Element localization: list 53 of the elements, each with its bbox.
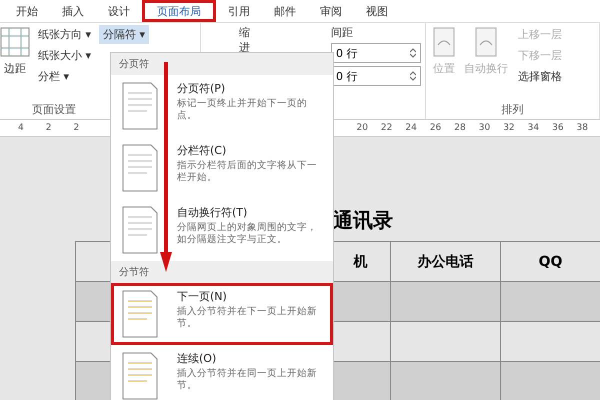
spacing-label: 间距 bbox=[331, 25, 354, 40]
menu-item-title: 下一页(N) bbox=[177, 289, 228, 304]
ribbon-tab[interactable]: 页面布局 bbox=[142, 0, 216, 22]
menu-item[interactable]: 下一页(N) 插入分节符并在下一页上开始新节。 bbox=[111, 283, 333, 345]
ribbon-tab[interactable]: 引用 bbox=[216, 0, 262, 22]
ribbon-tab[interactable]: 开始 bbox=[4, 0, 50, 22]
breaks-button[interactable]: 分隔符 ▾ bbox=[99, 25, 150, 44]
menu-item[interactable]: 连续(O) 插入分节符并在同一页上开始新节。 bbox=[111, 345, 333, 400]
ribbon-tab[interactable]: 视图 bbox=[354, 0, 400, 22]
size-button[interactable]: 纸张大小 ▾ bbox=[34, 46, 96, 65]
menu-item[interactable]: 分页符(P) 标记一页终止并开始下一页的点。 bbox=[111, 75, 333, 137]
menu-item-description: 插入分节符并在下一页上开始新节。 bbox=[177, 306, 318, 331]
menu-item[interactable]: 分栏符(C) 指示分栏符后面的文字将从下一栏开始。 bbox=[111, 137, 333, 199]
ruler-number: 30 bbox=[478, 123, 490, 133]
margins-button[interactable]: 边距 bbox=[0, 25, 30, 102]
ribbon-tab[interactable]: 邮件 bbox=[262, 0, 308, 22]
ruler-number: 22 bbox=[380, 123, 392, 133]
group-label: 排列 bbox=[500, 102, 524, 117]
ruler-number: 2 bbox=[73, 123, 80, 133]
menu-item-title: 连续(O) bbox=[177, 351, 218, 366]
ruler-number: 4 bbox=[18, 123, 24, 133]
menu-item-description: 标记一页终止并开始下一页的点。 bbox=[177, 98, 308, 123]
ribbon-tab[interactable]: 审阅 bbox=[308, 0, 354, 22]
ruler-number: 2 bbox=[46, 123, 52, 133]
ribbon-tab[interactable]: 设计 bbox=[96, 0, 142, 22]
menu-section-heading: 分节符 bbox=[111, 261, 333, 283]
menu-section-heading: 分页符 bbox=[111, 53, 333, 75]
menu-item-description: 插入分节符并在同一页上开始新节。 bbox=[177, 368, 318, 393]
orientation-button[interactable]: 纸张方向 ▾ bbox=[34, 25, 96, 44]
ribbon-tab[interactable]: 插入 bbox=[50, 0, 96, 22]
document-title: 通讯录 bbox=[333, 207, 393, 234]
ruler-number: 26 bbox=[430, 123, 442, 133]
ruler-number: 24 bbox=[405, 123, 417, 133]
menu-item-title: 分页符(P) bbox=[177, 81, 226, 96]
page-icon bbox=[474, 27, 498, 57]
spacing-before-field[interactable]: 0 行 bbox=[331, 43, 421, 63]
columns-button[interactable]: 分栏 ▾ bbox=[34, 67, 96, 86]
ruler-number: 20 bbox=[356, 123, 368, 133]
ruler-number: 34 bbox=[528, 123, 540, 133]
ruler-number: 28 bbox=[454, 123, 466, 133]
menu-item-title: 分栏符(C) bbox=[177, 143, 228, 158]
menu-item-description: 分隔网页上的对象周围的文字，如分隔题注文字与正文。 bbox=[177, 222, 318, 247]
menu-item-description: 指示分栏符后面的文字将从下一栏开始。 bbox=[177, 160, 318, 185]
group-label: 页面设置 bbox=[32, 102, 76, 117]
ruler-number: 38 bbox=[576, 123, 588, 133]
page-icon bbox=[432, 27, 456, 57]
menu-item-title: 自动换行符(T) bbox=[177, 205, 248, 220]
ruler-number: 32 bbox=[503, 123, 515, 133]
spinner-arrows-icon bbox=[410, 48, 416, 58]
ruler-number: 36 bbox=[552, 123, 564, 133]
menu-item[interactable]: 自动换行符(T) 分隔网页上的对象周围的文字，如分隔题注文字与正文。 bbox=[111, 199, 333, 261]
spinner-arrows-icon bbox=[410, 71, 416, 81]
arrange-button[interactable]: 选择窗格 bbox=[514, 67, 566, 86]
